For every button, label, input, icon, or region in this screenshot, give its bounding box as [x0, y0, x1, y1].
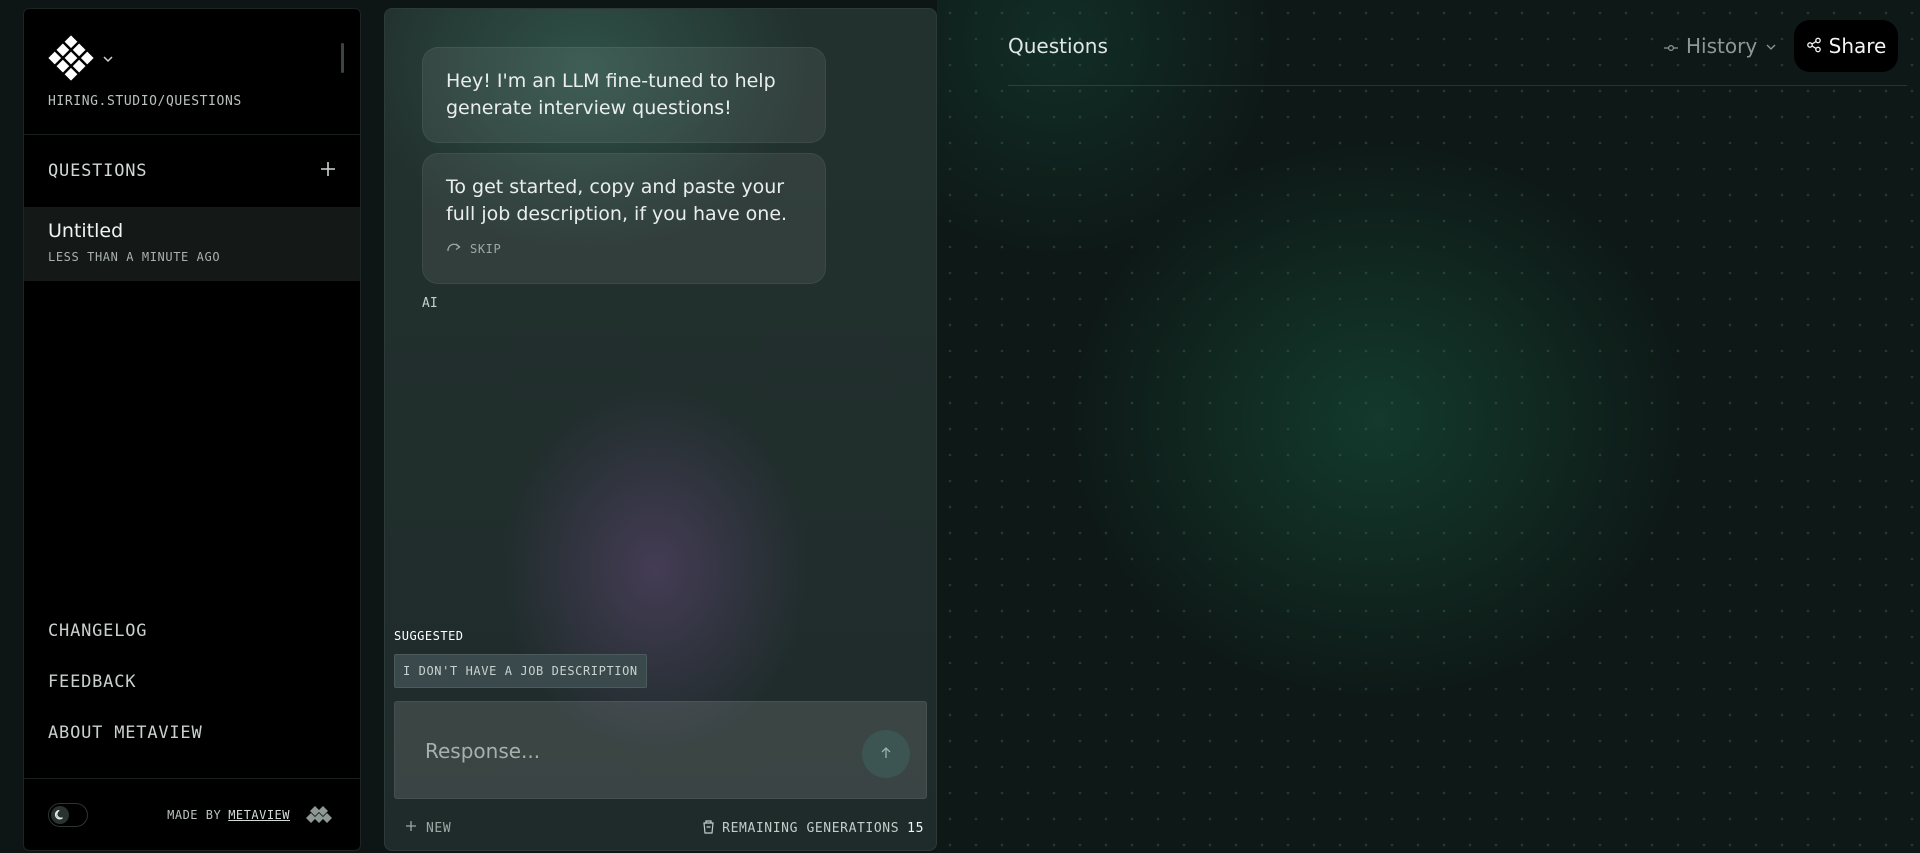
- send-button[interactable]: [862, 730, 910, 778]
- questions-canvas: Questions History Share: [937, 0, 1920, 853]
- sidebar-footer-links: CHANGELOG FEEDBACK ABOUT METAVIEW: [24, 605, 360, 778]
- ai-message-bubble: Hey! I'm an LLM fine-tuned to help gener…: [422, 47, 826, 143]
- cup-icon: [702, 819, 722, 838]
- response-input[interactable]: [425, 738, 825, 764]
- theme-toggle[interactable]: [48, 802, 88, 827]
- remaining-generations: REMAINING GENERATIONS 15: [702, 819, 924, 838]
- sidebar-header: HIRING.STUDIO/QUESTIONS: [24, 9, 360, 135]
- sidebar-item-title: Untitled: [48, 220, 124, 242]
- changelog-link[interactable]: CHANGELOG: [48, 605, 336, 656]
- message-text: To get started, copy and paste your full…: [446, 176, 788, 225]
- metaview-link[interactable]: METAVIEW: [228, 808, 290, 822]
- page-title: Questions: [1008, 34, 1108, 58]
- suggestion-no-job-description-button[interactable]: I DON'T HAVE A JOB DESCRIPTION: [394, 654, 647, 688]
- moon-icon: [51, 805, 69, 824]
- chat-panel: Hey! I'm an LLM fine-tuned to help gener…: [384, 8, 937, 851]
- response-composer: [394, 701, 927, 799]
- chevron-down-icon: [1765, 34, 1785, 58]
- sidebar-item-untitled[interactable]: Untitled LESS THAN A MINUTE AGO: [24, 207, 360, 281]
- new-chat-button[interactable]: NEW: [405, 820, 451, 836]
- plus-icon: [320, 161, 336, 181]
- plus-icon: [405, 820, 426, 836]
- skip-label: SKIP: [470, 242, 502, 256]
- redo-arrow-icon: [446, 236, 470, 263]
- workspace-switcher[interactable]: [48, 35, 114, 81]
- made-by-credit: MADE BY METAVIEW: [167, 802, 336, 827]
- arrow-up-icon: [879, 745, 893, 764]
- questions-section-title: QUESTIONS: [48, 161, 148, 181]
- remaining-count: 15: [907, 820, 924, 836]
- chevron-down-icon: [102, 53, 114, 65]
- suggested-heading: SUGGESTED: [394, 629, 464, 643]
- share-label: Share: [1828, 34, 1887, 58]
- breadcrumb: HIRING.STUDIO/QUESTIONS: [48, 94, 242, 109]
- share-button[interactable]: Share: [1794, 20, 1898, 72]
- sidebar-scrollbar[interactable]: [341, 43, 344, 73]
- add-question-set-button[interactable]: [320, 161, 336, 181]
- history-label: History: [1686, 34, 1758, 58]
- new-label: NEW: [426, 820, 452, 836]
- questions-section-header: QUESTIONS: [24, 135, 360, 207]
- message-text: Hey! I'm an LLM fine-tuned to help gener…: [446, 70, 776, 119]
- title-divider: [1008, 85, 1907, 86]
- ai-message-bubble: To get started, copy and paste your full…: [422, 153, 826, 284]
- about-metaview-link[interactable]: ABOUT METAVIEW: [48, 707, 336, 758]
- sidebar-item-timestamp: LESS THAN A MINUTE AGO: [48, 250, 221, 264]
- chat-footer: NEW REMAINING GENERATIONS 15: [405, 817, 924, 839]
- message-sender-label: AI: [422, 296, 438, 311]
- share-icon: [1806, 34, 1829, 58]
- commit-icon: [1664, 34, 1686, 58]
- made-by-label: MADE BY: [167, 807, 222, 822]
- skip-button[interactable]: SKIP: [446, 236, 802, 263]
- feedback-link[interactable]: FEEDBACK: [48, 656, 336, 707]
- sidebar-footer: MADE BY METAVIEW: [24, 778, 360, 850]
- sidebar: HIRING.STUDIO/QUESTIONS QUESTIONS Untitl…: [23, 8, 361, 851]
- diamond-grid-logo-icon: [48, 35, 94, 81]
- metaview-logo-icon: [290, 802, 336, 827]
- remaining-label: REMAINING GENERATIONS: [722, 820, 900, 836]
- history-dropdown[interactable]: History: [1664, 34, 1785, 58]
